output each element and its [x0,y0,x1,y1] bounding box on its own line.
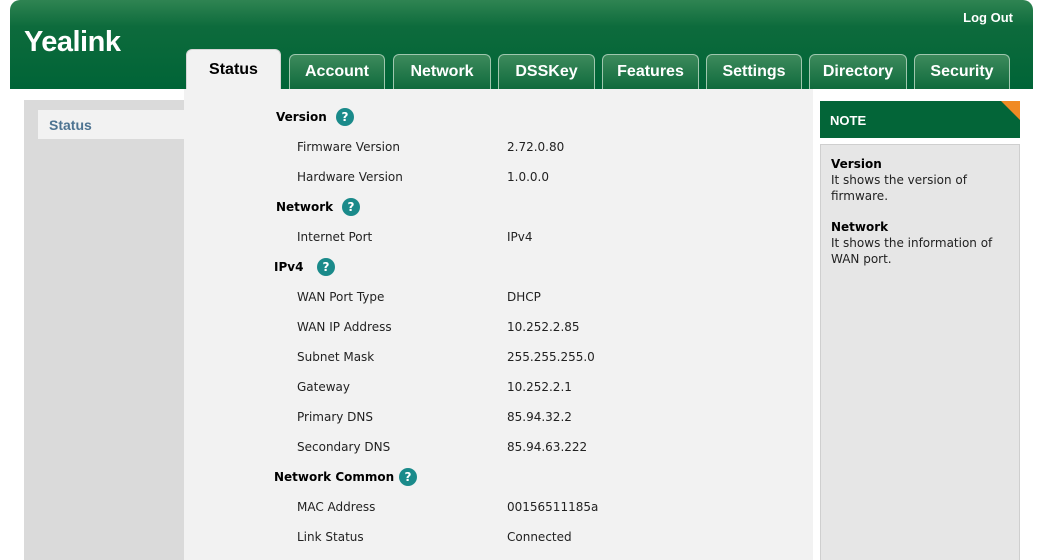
yealink-logo: Yealink [24,26,121,58]
tab-label: Directory [822,63,894,80]
sidebar-item-status[interactable]: Status [38,110,184,139]
field-label: Internet Port [297,230,373,244]
field-value: 10.252.2.85 [507,320,580,334]
note-body: Version It shows the version of firmware… [820,144,1020,560]
row-firmware-version: Firmware Version 2.72.0.80 [184,137,813,157]
section-title: Network [276,200,334,214]
note-item-title: Version [831,157,882,171]
field-label: Firmware Version [297,140,400,154]
row-gateway: Gateway 10.252.2.1 [184,377,813,397]
field-label: Link Status [297,530,364,544]
help-icon[interactable]: ? [399,468,417,486]
field-value: IPv4 [507,230,533,244]
field-value: 00156511185a [507,500,599,514]
row-primary-dns: Primary DNS 85.94.32.2 [184,407,813,427]
section-network-common: Network Common ? [184,466,813,488]
row-wan-ip-address: WAN IP Address 10.252.2.85 [184,317,813,337]
tab-settings[interactable]: Settings [706,54,802,89]
section-title: Network Common [274,470,395,484]
tab-label: Network [410,63,474,80]
section-title: Version [276,110,327,124]
sidebar: Status [24,100,184,560]
row-internet-port: Internet Port IPv4 [184,227,813,247]
tab-label: Account [305,63,369,80]
field-value: DHCP [507,290,541,304]
field-label: WAN Port Type [297,290,385,304]
field-label: Hardware Version [297,170,403,184]
tab-features[interactable]: Features [602,54,699,89]
field-label: Gateway [297,380,351,394]
section-title: IPv4 [274,260,304,274]
help-icon[interactable]: ? [342,198,360,216]
row-hardware-version: Hardware Version 1.0.0.0 [184,167,813,187]
field-value: Connected [507,530,572,544]
status-panel: Version ? Firmware Version 2.72.0.80 Har… [184,89,813,560]
tab-status[interactable]: Status [186,49,281,89]
row-link-status: Link Status Connected [184,527,813,547]
tab-account[interactable]: Account [289,54,385,89]
note-title: NOTE [830,113,867,128]
note-item-title: Network [831,220,889,234]
field-value: 10.252.2.1 [507,380,572,394]
section-network: Network ? [184,196,813,218]
note-item-text: It shows the information of WAN port. [831,236,993,266]
tab-security[interactable]: Security [914,54,1010,89]
note-item-text: It shows the version of firmware. [831,173,967,203]
help-icon[interactable]: ? [317,258,335,276]
tab-network[interactable]: Network [393,54,491,89]
note-item-network: Network It shows the information of WAN … [831,219,1009,267]
tab-dsskey[interactable]: DSSKey [498,54,595,89]
note-corner-fold [1001,101,1020,120]
field-label: WAN IP Address [297,320,392,334]
field-value: 85.94.63.222 [507,440,588,454]
field-value: 2.72.0.80 [507,140,565,154]
row-mac-address: MAC Address 00156511185a [184,497,813,517]
tab-label: Status [209,60,258,78]
field-label: Primary DNS [297,410,374,424]
field-value: 1.0.0.0 [507,170,549,184]
field-label: Subnet Mask [297,350,375,364]
tab-label: DSSKey [515,63,578,80]
tab-label: Features [617,63,684,80]
tab-label: Settings [722,63,786,80]
top-header: Yealink Log Out Status Account Network D… [10,0,1033,89]
tab-label: Security [930,63,994,80]
field-label: MAC Address [297,500,376,514]
section-ipv4: IPv4 ? [184,256,813,278]
tab-directory[interactable]: Directory [809,54,907,89]
help-icon[interactable]: ? [336,108,354,126]
field-label: Secondary DNS [297,440,391,454]
row-wan-port-type: WAN Port Type DHCP [184,287,813,307]
note-item-version: Version It shows the version of firmware… [831,156,1009,204]
row-subnet-mask: Subnet Mask 255.255.255.0 [184,347,813,367]
logout-link[interactable]: Log Out [963,10,1013,25]
field-value: 255.255.255.0 [507,350,595,364]
row-secondary-dns: Secondary DNS 85.94.63.222 [184,437,813,457]
field-value: 85.94.32.2 [507,410,572,424]
note-header: NOTE [820,101,1020,138]
section-version: Version ? [184,106,813,128]
